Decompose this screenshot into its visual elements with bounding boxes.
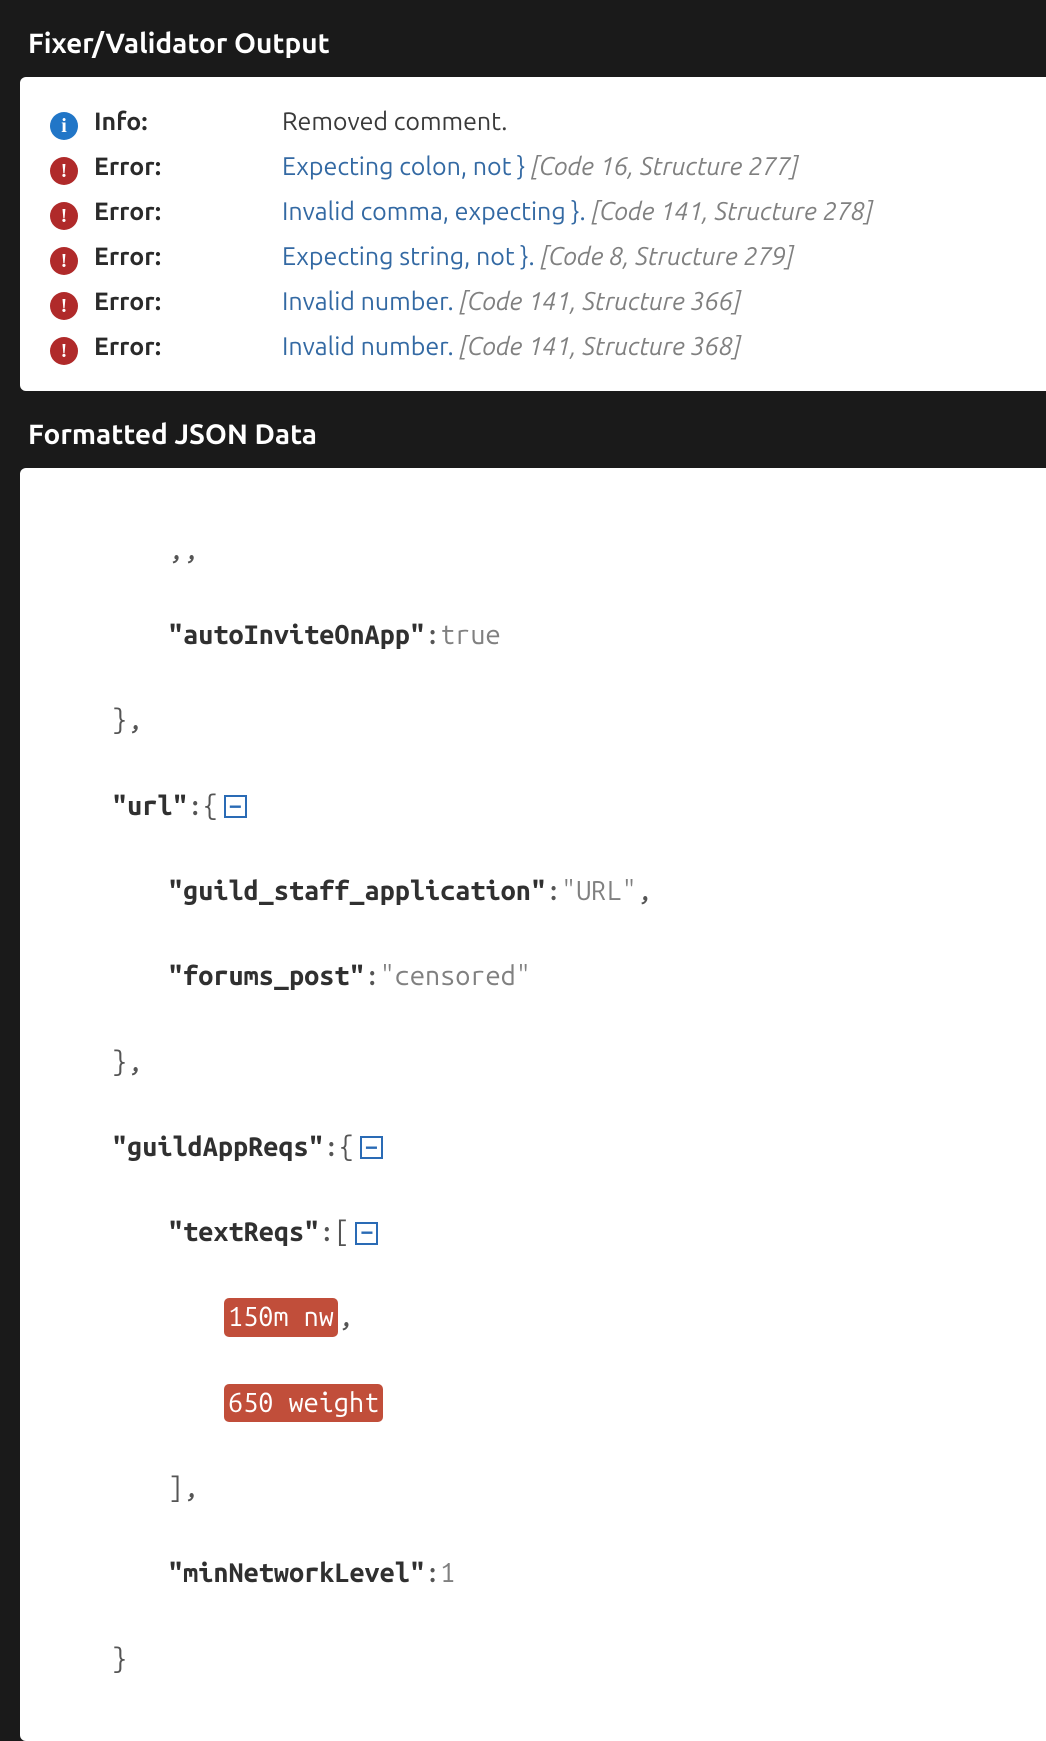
collapse-toggle-icon[interactable]: − [360,1136,383,1159]
error-icon: ! [50,202,78,230]
json-line: "forums_post":"censored" [50,955,1016,998]
json-line: 150m nw, [50,1296,1016,1339]
error-code: [Code 141, Structure 366] [459,287,741,315]
icon-column: ! [50,292,94,320]
json-line: "guildAppReqs":{− [50,1126,1016,1169]
validator-panel: i Info: Removed comment. ! Error: Expect… [20,77,1046,391]
row-message: Removed comment. [282,104,1016,139]
validator-row: i Info: Removed comment. [50,99,1016,144]
json-error-token[interactable]: 150m nw [224,1298,338,1336]
validator-row: ! Error: Invalid number. [Code 141, Stru… [50,279,1016,324]
json-line: }, [50,1041,1016,1084]
json-line: "guild_staff_application":"URL", [50,870,1016,913]
icon-column: ! [50,202,94,230]
collapse-toggle-icon[interactable]: − [355,1222,378,1245]
json-section-title: Formatted JSON Data [0,391,1046,468]
icon-column: ! [50,247,94,275]
row-label: Error: [94,149,282,184]
row-message: Invalid comma, expecting }. [Code 141, S… [282,194,1016,229]
row-label: Error: [94,329,282,364]
icon-column: ! [50,337,94,365]
json-line: ,, [50,529,1016,572]
row-message: Invalid number. [Code 141, Structure 368… [282,329,1016,364]
error-link[interactable]: Expecting colon, not } [282,152,525,180]
validator-row: ! Error: Expecting colon, not } [Code 16… [50,144,1016,189]
error-code: [Code 8, Structure 279] [540,242,793,270]
validator-row: ! Error: Invalid comma, expecting }. [Co… [50,189,1016,234]
error-link[interactable]: Expecting string, not }. [282,242,535,270]
json-line: "minNetworkLevel":1 [50,1552,1016,1595]
json-line: }, [50,699,1016,742]
row-message: Expecting colon, not } [Code 16, Structu… [282,149,1016,184]
error-icon: ! [50,157,78,185]
json-line: 650 weight [50,1382,1016,1425]
error-code: [Code 141, Structure 278] [591,197,873,225]
error-icon: ! [50,247,78,275]
error-code: [Code 16, Structure 277] [531,152,799,180]
icon-column: ! [50,157,94,185]
error-link[interactable]: Invalid number. [282,287,454,315]
error-link[interactable]: Invalid number. [282,332,454,360]
json-line: "url":{− [50,785,1016,828]
json-error-token[interactable]: 650 weight [224,1384,383,1422]
collapse-toggle-icon[interactable]: − [224,795,247,818]
json-line: ], [50,1467,1016,1510]
row-message: Invalid number. [Code 141, Structure 366… [282,284,1016,319]
row-label: Info: [94,104,282,139]
row-label: Error: [94,194,282,229]
json-line: } [50,1638,1016,1681]
error-icon: ! [50,337,78,365]
error-code: [Code 141, Structure 368] [459,332,741,360]
validator-row: ! Error: Invalid number. [Code 141, Stru… [50,324,1016,369]
validator-section-title: Fixer/Validator Output [0,0,1046,77]
validator-row: ! Error: Expecting string, not }. [Code … [50,234,1016,279]
json-line: "textReqs":[− [50,1211,1016,1254]
info-icon: i [50,112,78,140]
error-icon: ! [50,292,78,320]
json-panel: ,, "autoInviteOnApp":true }, "url":{− "g… [20,468,1046,1741]
json-line: "autoInviteOnApp":true [50,614,1016,657]
row-label: Error: [94,239,282,274]
icon-column: i [50,112,94,140]
row-label: Error: [94,284,282,319]
error-link[interactable]: Invalid comma, expecting }. [282,197,586,225]
row-message: Expecting string, not }. [Code 8, Struct… [282,239,1016,274]
